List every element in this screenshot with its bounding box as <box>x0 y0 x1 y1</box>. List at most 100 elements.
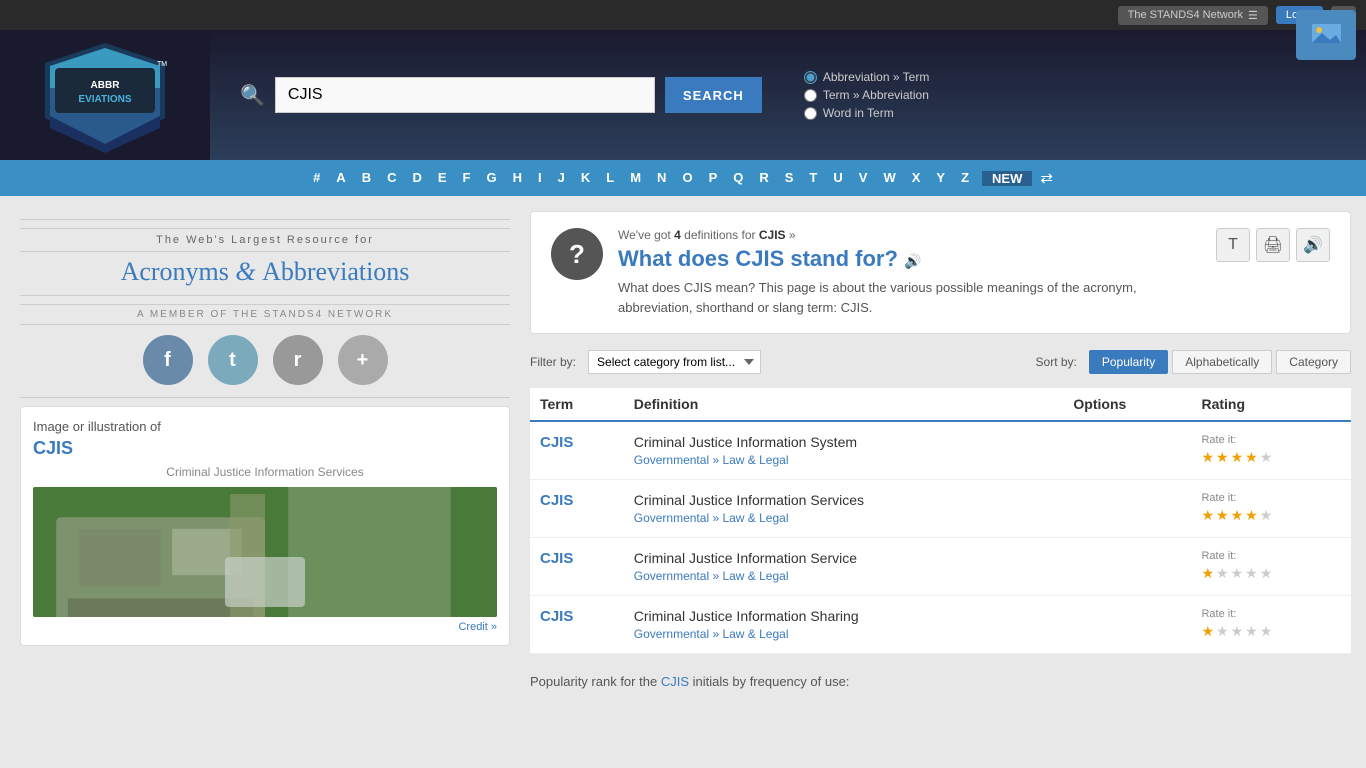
rating-cell: Rate it: ★ ★ ★ ★ ★ <box>1191 421 1351 480</box>
star-1[interactable]: ★ <box>1201 623 1214 640</box>
text-size-button[interactable]: T <box>1216 228 1250 262</box>
nav-y[interactable]: Y <box>928 160 953 196</box>
popularity-text: Popularity rank for the CJIS initials by… <box>530 666 1351 689</box>
facebook-icon[interactable]: f <box>143 335 193 385</box>
plus-icon[interactable]: + <box>338 335 388 385</box>
result-header: ? We've got 4 definitions for CJIS » Wha… <box>551 228 1330 317</box>
star-2[interactable]: ★ <box>1216 623 1229 640</box>
nav-a[interactable]: A <box>328 160 353 196</box>
nav-x[interactable]: X <box>904 160 929 196</box>
nav-m[interactable]: M <box>622 160 649 196</box>
term-link[interactable]: CJIS <box>540 492 573 509</box>
menu-icon: ☰ <box>1248 9 1258 22</box>
nav-l[interactable]: L <box>598 160 622 196</box>
result-desc: What does CJIS mean? This page is about … <box>618 278 1201 317</box>
nav-w[interactable]: W <box>875 160 903 196</box>
stars[interactable]: ★ ★ ★ ★ ★ <box>1201 623 1341 640</box>
star-5[interactable]: ★ <box>1260 449 1273 466</box>
twitter-icon[interactable]: t <box>208 335 258 385</box>
nav-o[interactable]: O <box>674 160 700 196</box>
star-2[interactable]: ★ <box>1216 449 1229 466</box>
nav-i[interactable]: I <box>530 160 550 196</box>
nav-q[interactable]: Q <box>725 160 751 196</box>
nav-z[interactable]: Z <box>953 160 977 196</box>
radio-options: Abbreviation » Term Term » Abbreviation … <box>804 70 930 120</box>
star-1[interactable]: ★ <box>1201 565 1214 582</box>
nav-t[interactable]: T <box>801 160 825 196</box>
nav-v[interactable]: V <box>851 160 876 196</box>
radio-term-to-abbr[interactable]: Term » Abbreviation <box>804 88 930 102</box>
nav-new[interactable]: NEW <box>982 171 1032 186</box>
star-2[interactable]: ★ <box>1216 565 1229 582</box>
nav-j[interactable]: J <box>550 160 573 196</box>
star-5[interactable]: ★ <box>1260 565 1273 582</box>
nav-d[interactable]: D <box>404 160 429 196</box>
col-options: Options <box>1063 388 1191 421</box>
def-main: Criminal Justice Information Sharing <box>634 608 1054 624</box>
logo-shield: ABBR EVIATIONS TM <box>35 38 175 153</box>
radio-word-in-term[interactable]: Word in Term <box>804 106 930 120</box>
def-cell: Criminal Justice Information System Gove… <box>624 421 1064 480</box>
sort-category[interactable]: Category <box>1276 350 1351 374</box>
sort-alphabetically[interactable]: Alphabetically <box>1172 350 1272 374</box>
question-icon: ? <box>551 228 603 280</box>
print-button[interactable]: 🖨 <box>1256 228 1290 262</box>
nav-u[interactable]: U <box>825 160 850 196</box>
nav-f[interactable]: F <box>455 160 479 196</box>
nav-h[interactable]: H <box>505 160 530 196</box>
category-filter[interactable]: Select category from list... <box>588 350 761 374</box>
nav-r[interactable]: R <box>751 160 776 196</box>
reddit-icon[interactable]: r <box>273 335 323 385</box>
term-link[interactable]: CJIS <box>540 550 573 567</box>
network-menu[interactable]: The STANDS4 Network ☰ <box>1118 6 1268 25</box>
star-5[interactable]: ★ <box>1260 507 1273 524</box>
def-category[interactable]: Governmental » Law & Legal <box>634 627 1054 641</box>
options-cell <box>1063 596 1191 654</box>
search-input[interactable] <box>275 77 655 113</box>
term-link[interactable]: CJIS <box>540 608 573 625</box>
nav-p[interactable]: P <box>701 160 726 196</box>
nav-e[interactable]: E <box>430 160 455 196</box>
stars[interactable]: ★ ★ ★ ★ ★ <box>1201 449 1341 466</box>
star-4[interactable]: ★ <box>1245 449 1258 466</box>
def-category[interactable]: Governmental » Law & Legal <box>634 453 1054 467</box>
filter-bar: Filter by: Select category from list... … <box>530 346 1351 378</box>
def-category[interactable]: Governmental » Law & Legal <box>634 569 1054 583</box>
star-3[interactable]: ★ <box>1231 623 1244 640</box>
stars[interactable]: ★ ★ ★ ★ ★ <box>1201 565 1341 582</box>
results-table: Term Definition Options Rating CJIS Crim… <box>530 388 1351 654</box>
sort-label: Sort by: <box>1036 355 1077 369</box>
search-button[interactable]: SEARCH <box>665 77 762 113</box>
term-link[interactable]: CJIS <box>540 434 573 451</box>
def-category[interactable]: Governmental » Law & Legal <box>634 511 1054 525</box>
star-1[interactable]: ★ <box>1201 449 1214 466</box>
star-3[interactable]: ★ <box>1231 565 1244 582</box>
radio-abbr-to-term[interactable]: Abbreviation » Term <box>804 70 930 84</box>
col-rating: Rating <box>1191 388 1351 421</box>
star-5[interactable]: ★ <box>1260 623 1273 640</box>
image-icon <box>1309 21 1344 49</box>
star-4[interactable]: ★ <box>1245 507 1258 524</box>
sound-button[interactable]: 🔊 <box>1296 228 1330 262</box>
nav-c[interactable]: C <box>379 160 404 196</box>
sound-icon[interactable]: 🔊 <box>904 253 921 269</box>
shuffle-icon[interactable]: ⇄ <box>1032 169 1061 187</box>
popularity-term-link[interactable]: CJIS <box>661 674 689 689</box>
star-1[interactable]: ★ <box>1201 507 1214 524</box>
sort-popularity[interactable]: Popularity <box>1089 350 1168 374</box>
star-4[interactable]: ★ <box>1245 623 1258 640</box>
star-3[interactable]: ★ <box>1231 507 1244 524</box>
nav-s[interactable]: S <box>777 160 802 196</box>
stars[interactable]: ★ ★ ★ ★ ★ <box>1201 507 1341 524</box>
nav-b[interactable]: B <box>354 160 379 196</box>
credit-link[interactable]: Credit » <box>33 621 497 633</box>
nav-g[interactable]: G <box>478 160 504 196</box>
nav-n[interactable]: N <box>649 160 674 196</box>
nav-k[interactable]: K <box>573 160 598 196</box>
nav-hash[interactable]: # <box>305 160 328 196</box>
star-2[interactable]: ★ <box>1216 507 1229 524</box>
rating-cell: Rate it: ★ ★ ★ ★ ★ <box>1191 480 1351 538</box>
star-3[interactable]: ★ <box>1231 449 1244 466</box>
star-4[interactable]: ★ <box>1245 565 1258 582</box>
options-cell <box>1063 538 1191 596</box>
